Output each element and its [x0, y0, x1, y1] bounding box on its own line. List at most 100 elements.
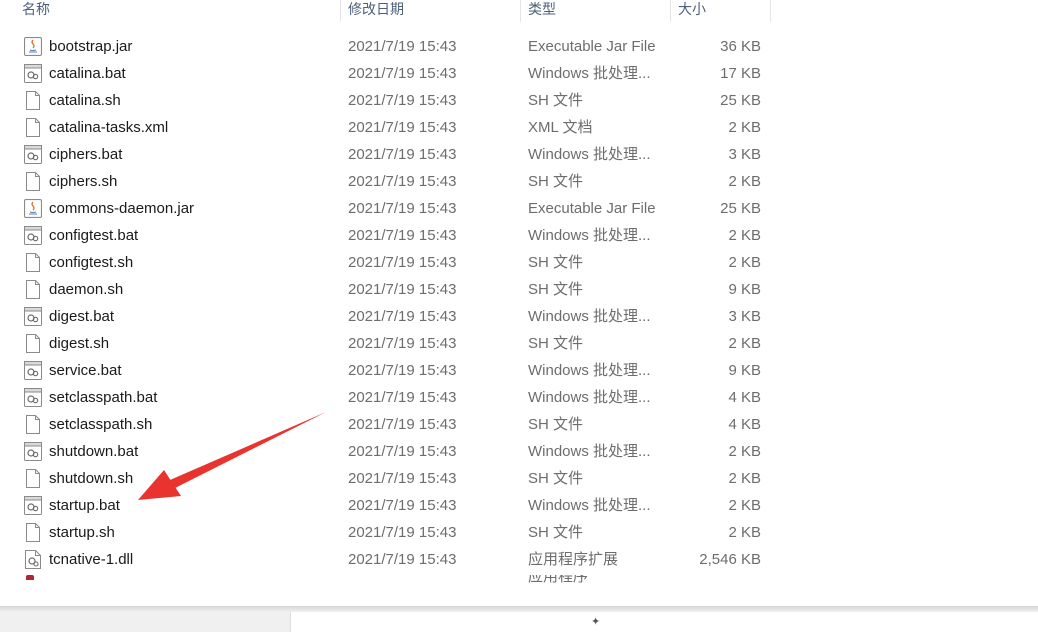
file-modified-date: 2021/7/19 15:43	[348, 308, 457, 325]
file-type: Windows 批处理...	[528, 497, 651, 514]
file-row[interactable]: catalina.bat 2021/7/19 15:43 Windows 批处理..…	[0, 60, 770, 87]
file-modified-date: 2021/7/19 15:43	[348, 281, 457, 298]
file-type: Executable Jar File	[528, 200, 656, 217]
batch-file-icon	[24, 361, 42, 380]
column-divider[interactable]	[340, 0, 341, 22]
file-modified-date: 2021/7/19 15:43	[348, 551, 457, 568]
file-type: Executable Jar File	[528, 38, 656, 55]
file-row[interactable]: startup.bat 2021/7/19 15:43 Windows 批处理...…	[0, 492, 770, 519]
file-name: configtest.bat	[49, 227, 139, 244]
file-name: catalina.bat	[49, 65, 126, 82]
file-modified-date: 2021/7/19 15:43	[348, 200, 457, 217]
file-size: 2 KB	[728, 524, 761, 541]
file-type: XML 文档	[528, 119, 593, 136]
file-modified-date: 2021/7/19 15:43	[348, 416, 457, 433]
file-type: Windows 批处理...	[528, 389, 651, 406]
file-type: SH 文件	[528, 254, 584, 271]
file-row[interactable]: service.bat 2021/7/19 15:43 Windows 批处理...…	[0, 357, 770, 384]
file-modified-date: 2021/7/19 15:43	[348, 119, 457, 136]
batch-file-icon	[24, 226, 42, 245]
file-modified-date: 2021/7/19 15:43	[348, 524, 457, 541]
file-name: ciphers.sh	[49, 173, 118, 190]
file-modified-date: 2021/7/19 15:43	[348, 335, 457, 352]
file-explorer-window: 名称 修改日期 类型 大小 bootstrap.jar 2021/7/19 15:…	[0, 0, 1038, 610]
file-type: Windows 批处理...	[528, 308, 651, 325]
file-name: digest.sh	[49, 335, 110, 352]
batch-file-icon	[24, 496, 42, 515]
file-size: 2 KB	[728, 119, 761, 136]
file-row[interactable]: daemon.sh 2021/7/19 15:43 SH 文件 9 KB	[0, 276, 770, 303]
batch-file-icon	[24, 145, 42, 164]
file-size: 3 KB	[728, 146, 761, 163]
file-row[interactable]: catalina.sh 2021/7/19 15:43 SH 文件 25 KB	[0, 87, 770, 114]
blank-file-icon	[24, 172, 42, 191]
column-header-size[interactable]: 大小	[672, 0, 706, 22]
file-modified-date: 2021/7/19 15:43	[348, 146, 457, 163]
file-name: daemon.sh	[49, 281, 124, 298]
file-modified-date: 2021/7/19 15:43	[348, 254, 457, 271]
file-modified-date: 2021/7/19 15:43	[348, 389, 457, 406]
blank-file-icon	[24, 118, 42, 137]
batch-file-icon	[24, 388, 42, 407]
file-size: 3 KB	[728, 308, 761, 325]
cursor-icon: ✦	[591, 616, 601, 628]
file-row[interactable]: ciphers.bat 2021/7/19 15:43 Windows 批处理...…	[0, 141, 770, 168]
blank-file-icon	[24, 415, 42, 434]
file-modified-date: 2021/7/19 15:43	[348, 497, 457, 514]
column-divider[interactable]	[520, 0, 521, 22]
file-row[interactable]: commons-daemon.jar 2021/7/19 15:43 Executa…	[0, 195, 770, 222]
column-divider[interactable]	[770, 0, 771, 22]
file-row[interactable]: tcnative-1.dll 2021/7/19 15:43 应用程序扩展 2,546…	[0, 546, 770, 573]
file-size: 2 KB	[728, 227, 761, 244]
dll-file-icon	[26, 575, 34, 580]
file-type-partial: 应用程序	[528, 575, 589, 585]
file-modified-date: 2021/7/19 15:43	[348, 443, 457, 460]
file-row[interactable]: shutdown.bat 2021/7/19 15:43 Windows 批处理..…	[0, 438, 770, 465]
dll-file-icon	[24, 550, 42, 569]
file-row[interactable]: setclasspath.sh 2021/7/19 15:43 SH 文件 4 KB	[0, 411, 770, 438]
file-name: tcnative-1.dll	[49, 551, 134, 568]
file-size: 17 KB	[720, 65, 761, 82]
file-size: 2 KB	[728, 443, 761, 460]
file-row[interactable]: setclasspath.bat 2021/7/19 15:43 Windows 批…	[0, 384, 770, 411]
column-header-bar: 名称 修改日期 类型 大小	[0, 0, 1038, 22]
file-type: SH 文件	[528, 416, 584, 433]
batch-file-icon	[24, 442, 42, 461]
file-modified-date: 2021/7/19 15:43	[348, 227, 457, 244]
file-row[interactable]: digest.sh 2021/7/19 15:43 SH 文件 2 KB	[0, 330, 770, 357]
file-row[interactable]: shutdown.sh 2021/7/19 15:43 SH 文件 2 KB	[0, 465, 770, 492]
file-name: configtest.sh	[49, 254, 134, 271]
file-modified-date: 2021/7/19 15:43	[348, 38, 457, 55]
file-name: startup.sh	[49, 524, 115, 541]
column-header-date[interactable]: 修改日期	[342, 0, 404, 22]
column-divider[interactable]	[670, 0, 671, 22]
file-row-partial[interactable]: 应用程序	[0, 575, 770, 585]
column-header-name[interactable]: 名称	[16, 0, 50, 22]
file-type: SH 文件	[528, 335, 584, 352]
blank-file-icon	[24, 253, 42, 272]
file-modified-date: 2021/7/19 15:43	[348, 65, 457, 82]
file-row[interactable]: ciphers.sh 2021/7/19 15:43 SH 文件 2 KB	[0, 168, 770, 195]
file-row[interactable]: configtest.bat 2021/7/19 15:43 Windows 批处理…	[0, 222, 770, 249]
file-name: setclasspath.bat	[49, 389, 158, 406]
file-size: 4 KB	[728, 389, 761, 406]
file-row[interactable]: digest.bat 2021/7/19 15:43 Windows 批处理... 3…	[0, 303, 770, 330]
file-modified-date: 2021/7/19 15:43	[348, 173, 457, 190]
file-modified-date: 2021/7/19 15:43	[348, 362, 457, 379]
file-type: Windows 批处理...	[528, 227, 651, 244]
status-bar-panel: ✦	[290, 612, 1038, 632]
file-modified-date: 2021/7/19 15:43	[348, 470, 457, 487]
file-size: 2 KB	[728, 470, 761, 487]
blank-file-icon	[24, 280, 42, 299]
file-type: Windows 批处理...	[528, 362, 651, 379]
file-row[interactable]: configtest.sh 2021/7/19 15:43 SH 文件 2 KB	[0, 249, 770, 276]
java-jar-icon	[24, 199, 42, 218]
column-header-type[interactable]: 类型	[522, 0, 556, 22]
file-size: 25 KB	[720, 200, 761, 217]
file-row[interactable]: bootstrap.jar 2021/7/19 15:43 Executable J…	[0, 33, 770, 60]
file-row[interactable]: startup.sh 2021/7/19 15:43 SH 文件 2 KB	[0, 519, 770, 546]
file-row[interactable]: catalina-tasks.xml 2021/7/19 15:43 XML 文档 2…	[0, 114, 770, 141]
file-size: 2 KB	[728, 173, 761, 190]
file-name: digest.bat	[49, 308, 115, 325]
file-size: 2,546 KB	[699, 551, 761, 568]
